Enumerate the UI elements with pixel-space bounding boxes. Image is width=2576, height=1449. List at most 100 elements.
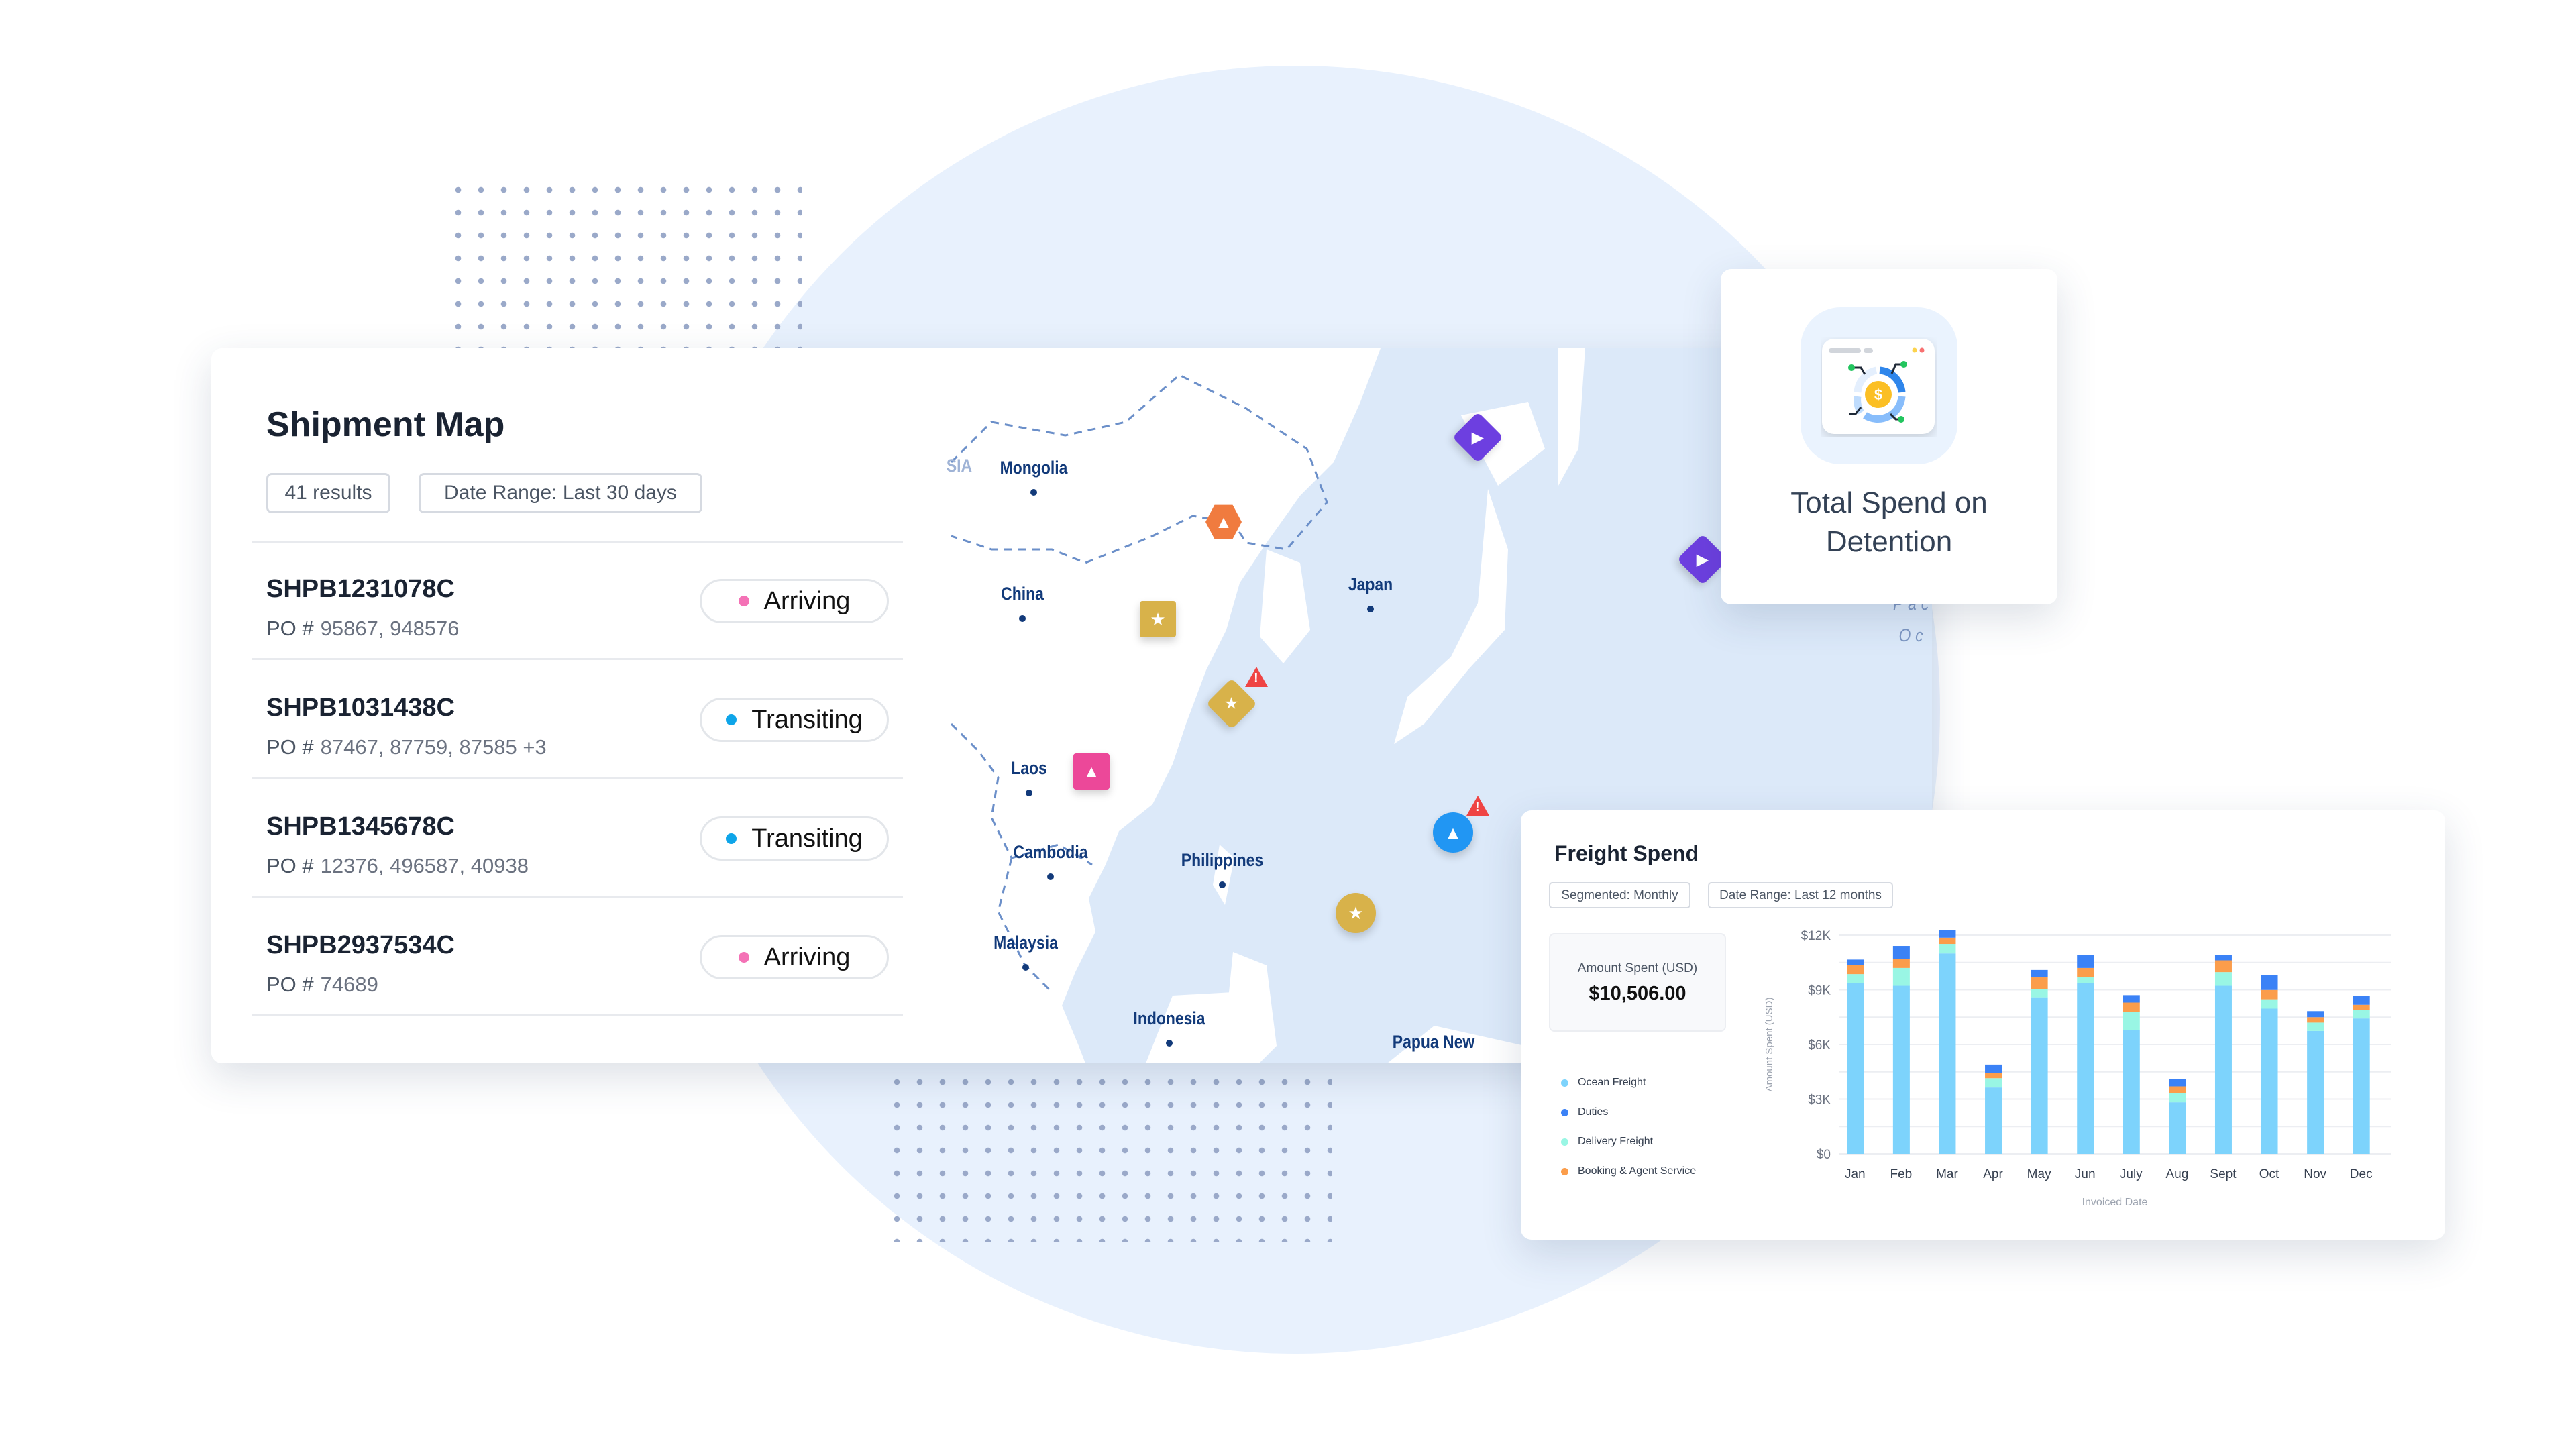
page-title: Shipment Map	[266, 405, 505, 444]
shipment-id: SHPB1231078C	[266, 575, 455, 603]
alert-mark: !	[1254, 671, 1258, 686]
bar-segment-booking-agent-service	[1892, 959, 1910, 968]
map-label-cambodia: Cambodia	[1013, 842, 1088, 862]
shipment-row[interactable]: SHPB1231078C PO #95867, 948576 Arriving	[211, 541, 951, 660]
bar-segment-booking-agent-service	[1985, 1073, 2002, 1079]
city-dot-icon	[1166, 1040, 1173, 1046]
bar-segment-duties	[2307, 1011, 2324, 1018]
bar-segment-booking-agent-service	[2307, 1017, 2324, 1023]
bar-segment-booking-agent-service	[2261, 989, 2278, 1000]
alert-mark: !	[1475, 800, 1480, 814]
bar-segment-booking-agent-service	[1847, 965, 1864, 975]
po-numbers: PO #95867, 948576	[266, 616, 460, 641]
bar-segment-duties	[1939, 930, 1956, 938]
bar-segment-booking-agent-service	[2353, 1004, 2370, 1010]
bar-segment-ocean-freight	[2261, 1008, 2278, 1154]
alert-icon[interactable]: !	[1466, 796, 1489, 816]
x-tick-label: Jun	[2075, 1167, 2096, 1181]
city-dot-icon	[1030, 489, 1037, 496]
x-tick-label: Feb	[1890, 1167, 1913, 1181]
bar-segment-duties	[2169, 1079, 2186, 1087]
total-spend-detention-card[interactable]: $ Total Spend on Detention	[1721, 269, 2057, 604]
bar-segment-delivery-freight	[2307, 1022, 2324, 1031]
bar-segment-duties	[1847, 959, 1864, 965]
bar-segment-ocean-freight	[1892, 985, 1910, 1154]
status-dot-icon	[726, 833, 737, 844]
map-label-indonesia: Indonesia	[1133, 1008, 1205, 1028]
shipment-marker-gold-circle-star[interactable]: ★	[1336, 893, 1376, 933]
bar-segment-booking-agent-service	[2214, 960, 2232, 973]
shipment-row[interactable]: SHPB1345678C PO # 12376, 496587, 40938 Tran…	[211, 779, 951, 898]
legend-item: Booking & Agent Service	[1561, 1165, 1696, 1177]
bar-segment-booking-agent-service	[2169, 1086, 2186, 1093]
status-label: Transiting	[751, 824, 863, 853]
legend-label: Ocean Freight	[1578, 1077, 1646, 1088]
bar-segment-delivery-freight	[2123, 1012, 2140, 1030]
map-label-laos: Laos	[1011, 758, 1047, 778]
shipment-id: SHPB1031438C	[266, 694, 455, 722]
bar-segment-delivery-freight	[1892, 967, 1910, 986]
bar-segment-delivery-freight	[2214, 972, 2232, 986]
map-label-china: China	[1001, 584, 1044, 604]
city-dot-icon	[1022, 964, 1029, 971]
shipment-marker-gold-square-star[interactable]: ★	[1140, 601, 1176, 637]
po-numbers: PO # 12376, 496587, 40938	[266, 854, 529, 878]
bar-segment-duties	[2077, 955, 2094, 968]
status-badge: Transiting	[700, 816, 889, 861]
japan-land	[1394, 489, 1508, 744]
bar-segment-ocean-freight	[2077, 983, 2094, 1154]
bar-segment-ocean-freight	[2307, 1030, 2324, 1154]
y-tick-label: $9K	[1808, 984, 1831, 998]
star-icon: ★	[1150, 608, 1166, 629]
x-tick-label: May	[2027, 1167, 2051, 1181]
shipment-row[interactable]: SHPB2937534C PO # 74689 Arriving	[211, 898, 951, 1016]
map-label-malaysia: Malaysia	[994, 932, 1058, 953]
bar-segment-booking-agent-service	[2031, 977, 2048, 989]
map-label-mongolia: Mongolia	[1000, 458, 1068, 478]
bar-segment-delivery-freight	[1939, 944, 1956, 954]
arrow-icon: ▲	[1083, 761, 1100, 782]
bar-segment-ocean-freight	[2031, 997, 2048, 1154]
po-values: 12376, 496587, 40938	[320, 854, 529, 877]
status-dot-icon	[726, 714, 737, 725]
alert-icon[interactable]: !	[1245, 667, 1268, 687]
bar-segment-duties	[2031, 969, 2048, 978]
svg-text:$: $	[1874, 386, 1882, 403]
sakhalin	[1558, 348, 1585, 486]
bar-segment-duties	[2214, 955, 2232, 961]
status-badge: Arriving	[700, 579, 889, 623]
legend-item: Delivery Freight	[1561, 1136, 1653, 1148]
city-dot-icon	[1026, 790, 1032, 796]
shipment-row[interactable]: SHPB1031438C PO #87467, 87759, 87585 +3 Tr…	[211, 660, 951, 779]
shipment-marker-blue-circle-arrow[interactable]: ▲	[1433, 812, 1473, 853]
bar-segment-ocean-freight	[1847, 983, 1864, 1154]
bar-segment-ocean-freight	[1985, 1087, 2002, 1154]
shipment-marker-pink-square-arrow[interactable]: ▲	[1073, 753, 1110, 790]
x-tick-label: July	[2120, 1167, 2143, 1181]
legend-swatch-icon	[1561, 1138, 1568, 1146]
city-dot-icon	[1367, 606, 1374, 612]
bar-segment-ocean-freight	[2169, 1102, 2186, 1154]
legend-swatch-icon	[1561, 1108, 1568, 1116]
results-count-chip: 41 results	[266, 473, 390, 513]
x-axis-label: Invoiced Date	[2082, 1197, 2148, 1208]
po-numbers: PO #87467, 87759, 87585 +3	[266, 735, 547, 759]
bar-segment-delivery-freight	[2169, 1093, 2186, 1103]
play-icon: ▶	[1696, 550, 1709, 569]
card-title-line1: Total Spend on	[1790, 486, 1988, 519]
card-title-line2: Detention	[1825, 525, 1953, 558]
bar-segment-delivery-freight	[2031, 989, 2048, 998]
po-values: 95867, 948576	[320, 616, 460, 640]
x-tick-label: Nov	[2304, 1167, 2326, 1181]
x-tick-label: Sept	[2210, 1167, 2237, 1181]
po-values: 74689	[320, 973, 378, 996]
date-range-filter[interactable]: Date Range: Last 30 days	[419, 473, 702, 513]
city-dot-icon	[1019, 615, 1026, 622]
status-dot-icon	[738, 596, 749, 606]
bar-segment-ocean-freight	[2123, 1029, 2140, 1154]
arrow-icon: ▲	[1444, 822, 1462, 843]
legend-swatch-icon	[1561, 1079, 1568, 1087]
legend-label: Booking & Agent Service	[1578, 1165, 1697, 1177]
bar-segment-booking-agent-service	[2123, 1002, 2140, 1012]
city-dot-icon	[1047, 873, 1054, 880]
